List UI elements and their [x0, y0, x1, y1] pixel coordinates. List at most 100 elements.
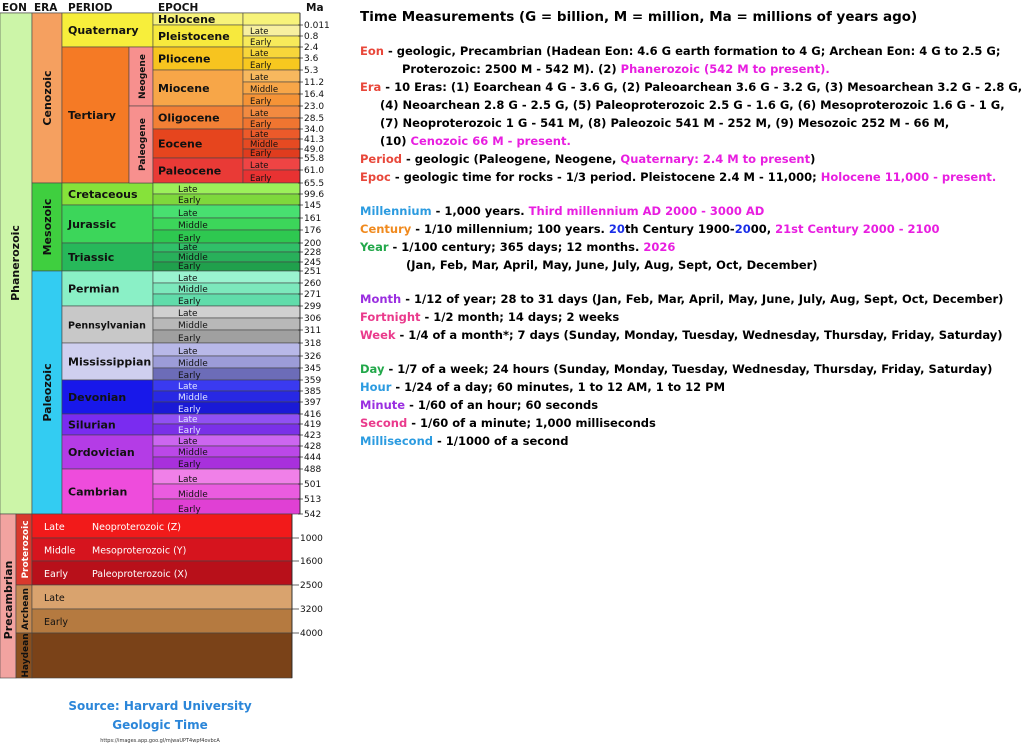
def-fortnight-text: - 1/2 month; 14 days; 2 weeks — [420, 310, 620, 324]
ma-tick-label-36: 423 — [304, 431, 321, 441]
subepoch-37-band — [152, 445, 301, 458]
subepoch-14-band — [152, 182, 301, 195]
def-day-term: Day — [360, 362, 385, 376]
precambrian-band-0-sub: Late — [44, 522, 65, 533]
ma-tick-label-17: 161 — [304, 214, 321, 224]
source-url[interactable]: https://images.app.goo.gl/mjwaUPT4wpf4ov… — [40, 738, 280, 744]
ma-tick-label-18: 176 — [304, 226, 321, 236]
def-epoc: Epoc - geologic time for rocks - 1/3 per… — [360, 168, 1020, 186]
def-period-highlight: Quaternary: 2.4 M to present — [620, 152, 811, 166]
ma-tick-label-25: 299 — [304, 302, 321, 312]
ma-tick-label-30: 345 — [304, 364, 321, 374]
subepoch-8-label: Early — [250, 120, 271, 130]
def-millennium-term: Millennium — [360, 204, 432, 218]
ma-tick-label-6: 16.4 — [304, 90, 324, 100]
def-minute-term: Minute — [360, 398, 406, 412]
subepoch-38-band — [152, 456, 301, 470]
subepoch-24-band — [152, 293, 301, 307]
subepoch-32-band — [152, 390, 301, 403]
period-8-label: Devonian — [68, 391, 126, 404]
subepoch-23-band — [152, 282, 301, 295]
ma-tick-label-28: 318 — [304, 339, 321, 349]
precambrian-band-4-sub: Early — [44, 617, 68, 628]
precambrian-eon-1-label: Archean — [21, 588, 31, 630]
precambrian-band-3 — [31, 584, 293, 610]
header-eon: EON — [2, 2, 27, 14]
subepoch-21-band — [152, 261, 301, 272]
subepoch-28-band — [152, 342, 301, 357]
time-definitions: Time Measurements (G = billion, M = mill… — [360, 6, 1022, 450]
subepoch-23-label: Middle — [178, 285, 208, 295]
subepoch-37-label: Middle — [178, 448, 208, 458]
subepoch-7-label: Late — [250, 109, 269, 119]
ma-tick-label-37: 428 — [304, 442, 321, 452]
ma-tick-label-43: 1000 — [300, 534, 323, 544]
ma-tick-label-29: 326 — [304, 352, 321, 362]
subepoch-32-label: Middle — [178, 393, 208, 403]
def-eon-text2: Proterozoic: 2500 M - 542 M). (2) — [402, 62, 621, 76]
subepoch-9-label: Late — [250, 130, 269, 140]
epoch-4-label: Oligocene — [158, 112, 220, 125]
def-month-text: - 1/12 of year; 28 to 31 days (Jan, Feb,… — [401, 292, 1004, 306]
ma-tick-label-5: 11.2 — [304, 78, 324, 88]
def-year-term: Year — [360, 240, 389, 254]
def-era-line4: (10) Cenozoic 66 M - present. — [360, 132, 1020, 150]
precambrian-band-2-label: Paleoproterozoic (X) — [92, 569, 188, 580]
epoch-1-label: Pleistocene — [158, 30, 230, 43]
subepoch-19-band — [152, 242, 301, 253]
def-week: Week - 1/4 of a month*; 7 days (Sunday, … — [360, 326, 1020, 344]
subepoch-36-band — [152, 434, 301, 447]
def-year-line2: (Jan, Feb, Mar, April, May, June, July, … — [406, 258, 818, 272]
subepoch-41-band — [152, 498, 301, 515]
subepoch-1-label: Early — [250, 38, 271, 48]
ma-tick-label-46: 3200 — [300, 605, 323, 615]
subepoch-16-label: Late — [178, 209, 198, 219]
subepoch-16-band — [152, 204, 301, 219]
def-day: Day - 1/7 of a week; 24 hours (Sunday, M… — [360, 360, 1020, 378]
subepoch-29-band — [152, 355, 301, 369]
ma-tick-label-39: 488 — [304, 465, 321, 475]
def-century-text: - 1/10 millennium; 100 years. — [411, 222, 609, 236]
ma-tick-label-40: 501 — [304, 480, 321, 490]
ma-tick-label-12: 55.8 — [304, 154, 324, 164]
precambrian-band-3-sub: Late — [44, 593, 65, 604]
era-2-label: Paleozoic — [41, 363, 54, 421]
ma-tick-label-23: 260 — [304, 279, 321, 289]
ma-tick-label-7: 23.0 — [304, 102, 324, 112]
subepoch-40-band — [152, 483, 301, 500]
ma-tick-label-14: 65.5 — [304, 179, 324, 189]
subepoch-39-label: Late — [178, 475, 198, 485]
subepoch-40-label: Middle — [178, 490, 208, 500]
ma-tick-label-38: 444 — [304, 453, 321, 463]
ma-tick-label-45: 2500 — [300, 581, 323, 591]
def-month-term: Month — [360, 292, 402, 306]
period-3-label: Jurassic — [67, 218, 116, 231]
def-year-highlight: 2026 — [643, 240, 676, 254]
subepoch-25-label: Late — [178, 309, 198, 319]
def-era-highlight: Cenozoic 66 M - present. — [410, 134, 571, 148]
epoch-6-label: Paleocene — [158, 165, 221, 178]
def-century: Century - 1/10 millennium; 100 years. 20… — [360, 220, 1020, 238]
subepoch-13-label: Early — [250, 174, 271, 184]
period-5-label: Permian — [68, 283, 119, 296]
def-second: Second - 1/60 of a minute; 1,000 millise… — [360, 414, 1020, 432]
period-1-label: Tertiary — [68, 109, 116, 122]
subepoch-26-label: Middle — [178, 321, 208, 331]
def-epoc-text: - geologic time for rocks - 1/3 period. … — [390, 170, 821, 184]
def-fortnight-term: Fortnight — [360, 310, 421, 324]
subepoch-35-label: Early — [178, 426, 201, 436]
geologic-time-chart: EON ERA PERIOD EPOCH MaPhanerozoicPrecambria… — [0, 0, 345, 679]
subepoch-5-label: Middle — [250, 85, 278, 95]
def-century-term: Century — [360, 222, 412, 236]
subepoch-14-label: Late — [178, 185, 198, 195]
subepoch-34-band — [152, 413, 301, 425]
ma-tick-label-1: 0.8 — [304, 32, 319, 42]
period-6-label: Pennsylvanian — [68, 321, 146, 332]
def-millisecond-term: Millisecond — [360, 434, 433, 448]
def-second-term: Second — [360, 416, 408, 430]
def-century-num2: 20 — [734, 222, 751, 236]
precambrian-band-5 — [31, 632, 293, 679]
def-era-term: Era — [360, 80, 382, 94]
subepoch-29-label: Middle — [178, 359, 208, 369]
ma-tick-label-42: 542 — [304, 510, 321, 520]
